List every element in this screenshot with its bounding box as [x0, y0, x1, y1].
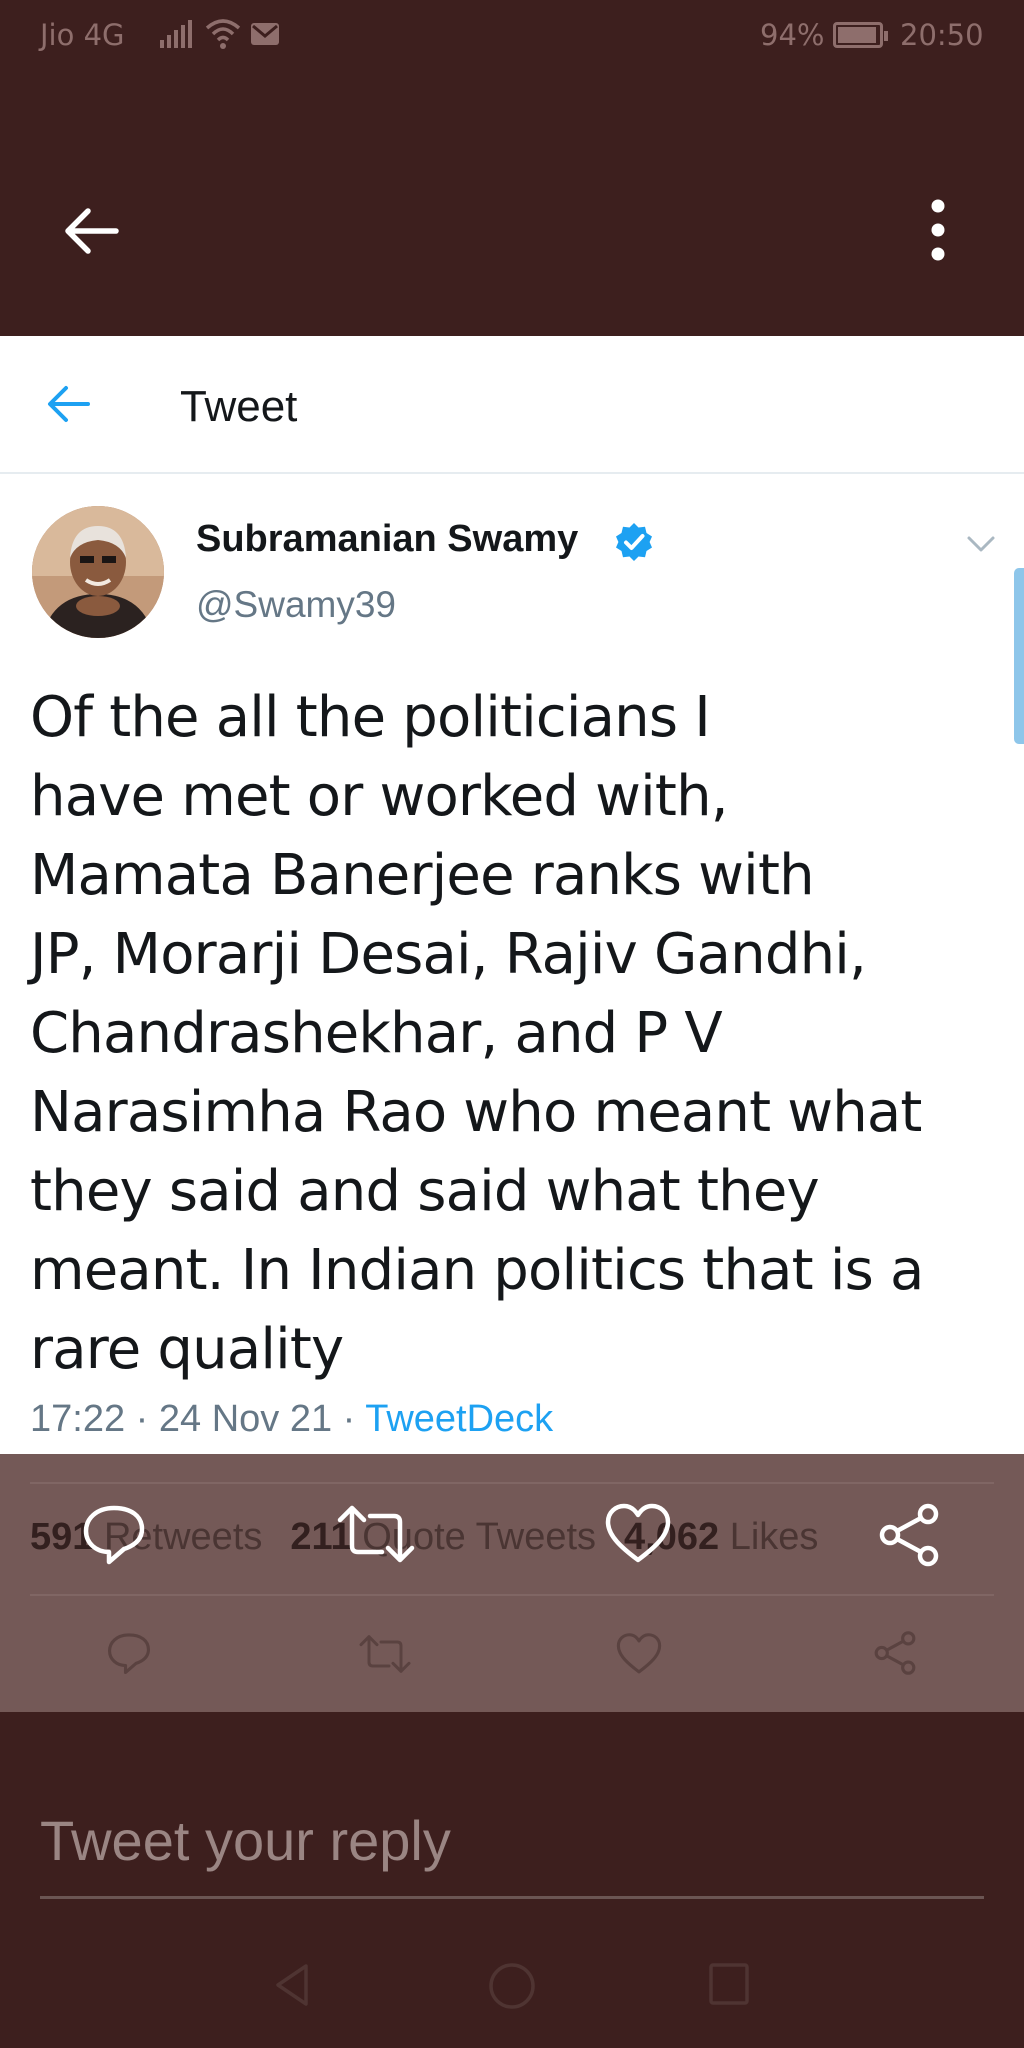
avatar[interactable]: [32, 506, 164, 638]
tweet-text-line: JP, Morarji Desai, Rajiv Gandhi,: [30, 922, 867, 987]
retweet-icon[interactable]: [336, 1504, 416, 1564]
more-vertical-icon[interactable]: [926, 198, 950, 262]
share-icon[interactable]: [872, 1630, 918, 1676]
nav-home-icon[interactable]: [488, 1962, 536, 2010]
tweet-text-line: Of the all the politicians I: [30, 685, 711, 750]
like-heart-icon[interactable]: [602, 1502, 674, 1566]
battery-percent: 94%: [760, 18, 825, 52]
tweet-date: 24 Nov 21: [158, 1398, 333, 1440]
avatar-image: [32, 506, 164, 638]
retweet-icon[interactable]: [358, 1634, 412, 1674]
battery-icon: [833, 22, 888, 48]
likes-label[interactable]: Likes: [730, 1516, 819, 1558]
reply-input-underline: [40, 1896, 984, 1899]
verified-badge-icon: [616, 523, 652, 561]
mail-icon: [251, 23, 279, 45]
meta-separator: ·: [332, 1398, 366, 1440]
wifi-icon: [205, 19, 241, 49]
back-arrow-icon[interactable]: [60, 200, 122, 262]
reply-icon[interactable]: [104, 1630, 154, 1676]
back-arrow-icon[interactable]: [46, 384, 92, 424]
nav-recents-icon[interactable]: [708, 1962, 750, 2006]
reply-input[interactable]: Tweet your reply: [40, 1808, 451, 1873]
author-handle[interactable]: @Swamy39: [196, 584, 396, 626]
reply-composer: Tweet your reply: [0, 1712, 1024, 2048]
scrollbar-thumb[interactable]: [1014, 568, 1024, 744]
divider: [30, 1482, 994, 1484]
tweet-actions-panel: 591 Retweets 211 Quote Tweets 4,062 Likes: [0, 1454, 1024, 1712]
divider: [30, 1594, 994, 1596]
tweet-text-line: Mamata Banerjee ranks with: [30, 843, 815, 908]
tweet-header: Tweet: [0, 336, 1024, 474]
tweet-source-link[interactable]: TweetDeck: [365, 1398, 553, 1440]
tweet-meta: 17:22 · 24 Nov 21 · TweetDeck: [30, 1398, 553, 1441]
carrier-label: Jio 4G: [40, 18, 125, 52]
signal-icon: [160, 20, 192, 48]
tweet-text-line: have met or worked with,: [30, 764, 729, 829]
tweet-text-line: they said and said what they: [30, 1159, 820, 1224]
status-bar: Jio 4G 94% 20:50: [0, 0, 1024, 72]
page-title: Tweet: [180, 382, 298, 431]
tweet-text-line: Chandrashekhar, and P V: [30, 1001, 723, 1066]
author-name[interactable]: Subramanian Swamy: [196, 518, 578, 561]
app-bar: [0, 72, 1024, 336]
tweet-text-line: rare quality: [30, 1317, 344, 1382]
nav-back-icon[interactable]: [272, 1962, 312, 2008]
share-icon[interactable]: [876, 1502, 942, 1568]
tweet-text-line: meant. In Indian politics that is a: [30, 1238, 924, 1303]
tweet-text: Of the all the politicians I have met or…: [30, 678, 990, 1389]
like-heart-icon[interactable]: [614, 1632, 664, 1676]
tweet-text-line: Narasimha Rao who meant what: [30, 1080, 922, 1145]
reply-icon[interactable]: [78, 1502, 150, 1566]
meta-separator: ·: [125, 1398, 159, 1440]
tweet-time: 17:22: [30, 1398, 126, 1440]
tweet-detail-sheet: Tweet Subramanian Swamy @Swamy39 Of the …: [0, 336, 1024, 1454]
chevron-down-icon[interactable]: [966, 532, 996, 556]
clock: 20:50: [900, 18, 984, 52]
